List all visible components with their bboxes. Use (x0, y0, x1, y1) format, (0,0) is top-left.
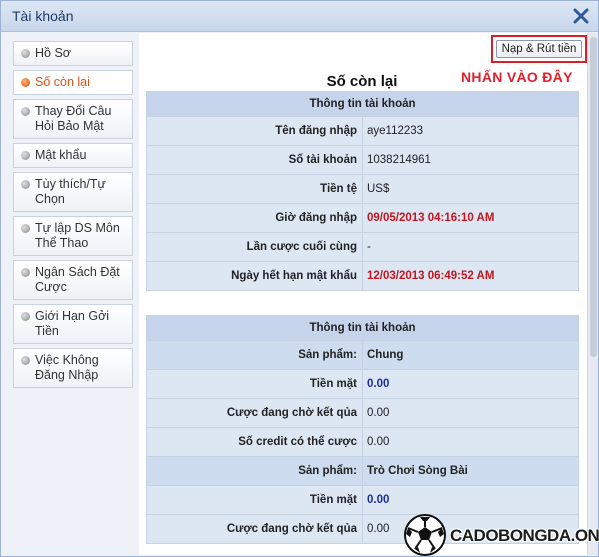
sidebar-item-betting-budget[interactable]: Ngân Sách Đặt Cược (13, 260, 133, 300)
product-value: Trò Chơi Sòng Bài (362, 456, 579, 486)
table-row: Cược đang chờ kết qủa 0.00 (146, 398, 579, 428)
row-label: Lần cược cuối cùng (146, 232, 363, 262)
sidebar-item-security-question[interactable]: Thay Đổi Câu Hỏi Bảo Mật (13, 99, 133, 139)
scrollbar-thumb[interactable] (590, 37, 597, 357)
bullet-icon (21, 49, 30, 58)
bullet-icon (21, 312, 30, 321)
watermark-logo: CADOBONGDA.ONE (403, 511, 599, 557)
sidebar-item-password[interactable]: Mật khẩu (13, 143, 133, 168)
account-info-table: Thông tin tài khoản Tên đăng nhập aye112… (146, 91, 579, 291)
sidebar-item-label: Giới Hạn Gởi Tiền (35, 309, 110, 338)
bullet-icon (21, 356, 30, 365)
table-header: Thông tin tài khoản (146, 91, 579, 117)
sidebar-item-balance[interactable]: Số còn lại (13, 70, 133, 95)
sidebar-item-label: Ngân Sách Đặt Cược (35, 265, 120, 294)
row-label: Tiền mặt (146, 369, 363, 399)
table-row: Số credit có thể cược 0.00 (146, 427, 579, 457)
table-row: Tiền tệ US$ (146, 174, 579, 204)
table-row: Tên đăng nhập aye112233 (146, 116, 579, 146)
table-row: Số tài khoản 1038214961 (146, 145, 579, 175)
row-label: Giờ đăng nhập (146, 203, 363, 233)
watermark-text: CADOBONGDA.ONE (450, 526, 599, 545)
sidebar-item-label: Tùy thích/Tự Chọn (35, 177, 106, 206)
sidebar-item-label: Việc Không Đăng Nhập (35, 353, 99, 382)
username-value: aye112233 (362, 116, 579, 146)
last-bet-value: - (362, 232, 579, 262)
sidebar-item-preferences[interactable]: Tùy thích/Tự Chọn (13, 172, 133, 212)
bullet-icon (21, 180, 30, 189)
bullet-icon (21, 224, 30, 233)
sidebar-item-label: Hồ Sơ (35, 46, 71, 60)
row-label: Ngày hết hạn mật khẩu (146, 261, 363, 291)
table-row: Ngày hết hạn mật khẩu 12/03/2013 06:49:5… (146, 261, 579, 291)
deposit-button-highlight: Nạp & Rút tiền (491, 35, 587, 63)
close-icon[interactable] (571, 5, 591, 27)
window-title: Tài khoản (12, 8, 74, 24)
table-row: Giờ đăng nhập 09/05/2013 04:16:10 AM (146, 203, 579, 233)
row-label: Số tài khoản (146, 145, 363, 175)
row-label: Cược đang chờ kết qủa (146, 398, 363, 428)
currency-value: US$ (362, 174, 579, 204)
page-title: Số còn lại (326, 73, 398, 90)
deposit-withdraw-button[interactable]: Nạp & Rút tiền (496, 40, 582, 58)
bullet-icon (21, 78, 30, 87)
sidebar-menu: Hồ Sơ Số còn lại Thay Đổi Câu Hỏi Bảo Mậ… (13, 41, 133, 392)
row-label: Tên đăng nhập (146, 116, 363, 146)
product-value: Chung (362, 340, 579, 370)
main-content: Nạp & Rút tiền NHẤN VÀO ĐÂY Số còn lại T… (139, 33, 587, 555)
soccer-ball-icon (404, 514, 446, 556)
row-label: Sản phẩm: (146, 456, 363, 486)
pending-bets-value: 0.00 (362, 398, 579, 428)
table-header-row: Thông tin tài khoản (146, 91, 579, 117)
sidebar-item-label: Thay Đổi Câu Hỏi Bảo Mật (35, 104, 112, 133)
bullet-icon (21, 268, 30, 277)
table-row: Sản phẩm: Chung (146, 340, 579, 370)
table-row: Tiền mặt 0.00 (146, 369, 579, 399)
vertical-scrollbar[interactable] (587, 33, 598, 555)
row-label: Sản phẩm: (146, 340, 363, 370)
login-time-value: 09/05/2013 04:16:10 AM (362, 203, 579, 233)
row-label: Tiền mặt (146, 485, 363, 515)
row-label: Tiền tệ (146, 174, 363, 204)
sidebar-item-label: Tự lập DS Môn Thể Thao (35, 221, 120, 250)
account-window: Tài khoản Hồ Sơ Số còn lại Thay Đổi Câu … (0, 0, 599, 557)
table-header: Thông tin tài khoản (146, 315, 579, 341)
sidebar-item-profile[interactable]: Hồ Sơ (13, 41, 133, 66)
table-row: Sản phẩm: Trò Chơi Sòng Bài (146, 456, 579, 486)
bullet-icon (21, 107, 30, 116)
table-row: Lần cược cuối cùng - (146, 232, 579, 262)
sidebar-item-label: Số còn lại (35, 75, 90, 89)
password-expiry-value: 12/03/2013 06:49:52 AM (362, 261, 579, 291)
row-label: Số credit có thể cược (146, 427, 363, 457)
sidebar-item-label: Mật khẩu (35, 148, 87, 162)
balance-info-table: Thông tin tài khoản Sản phẩm: Chung Tiền… (146, 315, 579, 544)
table-header-row: Thông tin tài khoản (146, 315, 579, 341)
row-label: Cược đang chờ kết qủa (146, 514, 363, 544)
cash-value: 0.00 (362, 369, 579, 399)
bullet-icon (21, 151, 30, 160)
account-number-value: 1038214961 (362, 145, 579, 175)
sidebar-item-deposit-limit[interactable]: Giới Hạn Gởi Tiền (13, 304, 133, 344)
available-credit-value: 0.00 (362, 427, 579, 457)
sidebar-item-sports-list[interactable]: Tự lập DS Môn Thể Thao (13, 216, 133, 256)
sidebar-item-self-exclusion[interactable]: Việc Không Đăng Nhập (13, 348, 133, 388)
title-bar: Tài khoản (1, 1, 598, 32)
